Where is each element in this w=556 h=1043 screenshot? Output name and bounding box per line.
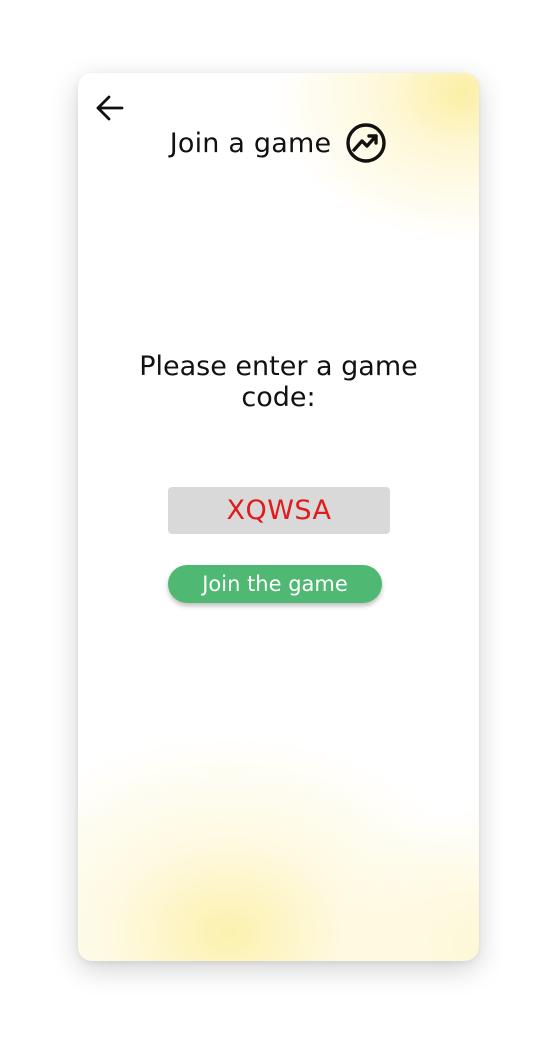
game-code-value: XQWSA [226,495,332,526]
game-code-prompt: Please enter a game code: [139,351,418,413]
page-title: Join a game [169,127,332,159]
join-game-button[interactable]: Join the game [168,565,382,603]
phone-screen: Join a game Please enter a game code: XQ… [78,73,479,961]
game-code-input[interactable]: XQWSA [168,487,390,534]
arrow-left-icon [96,95,124,121]
join-game-button-label: Join the game [202,572,348,596]
trending-up-circle-icon [346,123,386,163]
back-button[interactable] [92,91,126,125]
page-header: Join a game [78,121,479,165]
